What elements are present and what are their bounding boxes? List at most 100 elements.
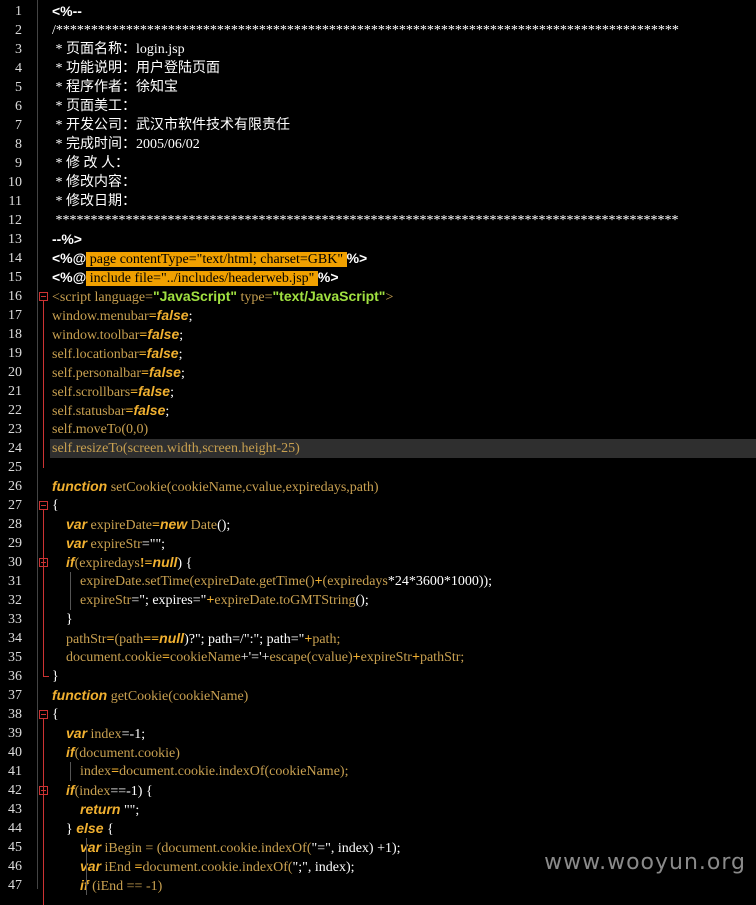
line-number: 19 [8,346,22,361]
line-number: 37 [8,688,22,703]
code-line[interactable]: <%@ include file="../includes/headerweb.… [52,268,756,287]
line-number: 27 [8,498,22,513]
code-token: var [80,858,102,874]
code-line[interactable]: * 页面美工： [52,97,756,116]
code-line[interactable]: } [52,610,756,629]
code-token: ; [165,404,170,419]
code-editor[interactable]: 1 2 3 4 5 6 7 8 9 10 11 12 13 14 15 16 17 18 19 20 21 22 23 24 2… [0,0,756,905]
code-line[interactable]: self.statusbar=false; [52,401,756,420]
code-token: ; [180,366,185,381]
code-token: self.statusbar [52,404,126,419]
code-token: else [76,820,104,836]
code-line[interactable]: self.personalbar=false; [52,363,756,382]
fold-end-marker [43,676,49,677]
code-line[interactable]: var expireStr=""; [52,534,756,553]
code-line[interactable]: <script language="JavaScript" type="text… [52,287,756,306]
code-line[interactable]: * 程序作者：徐知宝 [52,78,756,97]
code-line[interactable]: if(index==-1) { [52,781,756,800]
fold-toggle-icon[interactable] [39,292,48,301]
code-line[interactable]: pathStr=(path==null)?"; path=/":"; path=… [52,629,756,648]
code-token: "text/JavaScript" [272,288,386,304]
code-line[interactable]: * 修改内容： [52,173,756,192]
code-line[interactable]: index=document.cookie.indexOf(cookieName… [52,762,756,781]
code-line[interactable]: window.menubar=false; [52,306,756,325]
code-line[interactable]: /***************************************… [52,21,756,40]
code-line[interactable]: } else { [52,819,756,838]
code-line[interactable]: } [52,667,756,686]
code-line[interactable]: expireDate.setTime(expireDate.getTime()+… [52,572,756,591]
fold-toggle-icon[interactable] [39,710,48,719]
code-token: (document.cookie.indexOf( [156,841,312,856]
code-token: document.cookie.indexOf( [142,860,293,875]
code-token: = [111,764,120,779]
code-line[interactable] [52,458,756,477]
code-line[interactable]: --%> [52,230,756,249]
code-line[interactable]: function setCookie(cookieName,cvalue,exp… [52,477,756,496]
code-line[interactable]: <%@ page contentType="text/html; charset… [52,249,756,268]
code-token: (path [114,632,144,647]
code-line[interactable]: { [52,705,756,724]
code-line[interactable]: expireStr="; expires="+expireDate.toGMTS… [52,591,756,610]
code-line[interactable]: self.locationbar=false; [52,344,756,363]
code-line[interactable]: self.resizeTo(screen.width,screen.height… [50,439,756,458]
line-number: 46 [8,859,22,874]
code-line[interactable]: self.moveTo(0,0) [52,420,756,439]
code-line[interactable]: if(document.cookie) [52,743,756,762]
line-number: 6 [15,99,22,114]
code-token: false [149,364,181,380]
line-number: 29 [8,536,22,551]
line-number: 1 [15,4,22,19]
fold-toggle-icon[interactable] [39,501,48,510]
code-token: { [103,822,114,837]
code-line[interactable]: { [52,496,756,515]
code-line[interactable]: if(expiredays!=null) { [52,553,756,572]
code-line[interactable]: ****************************************… [52,211,756,230]
code-token: var [66,516,88,532]
line-number: 11 [8,194,22,209]
code-token: %> [346,250,368,266]
code-line[interactable]: if (iEnd == -1) [52,876,756,895]
code-token: * 开发公司：武汉市软件技术有限责任 [52,118,291,133]
code-line[interactable]: * 页面名称：login.jsp [52,40,756,59]
code-line[interactable]: * 修 改 人： [52,154,756,173]
code-token: (expiredays [322,574,388,589]
code-line[interactable]: function getCookie(cookieName) [52,686,756,705]
code-token: (); [217,518,231,533]
line-number: 9 [15,156,22,171]
code-token: * 修 改 人： [52,156,130,171]
code-line[interactable]: document.cookie=cookieName+'='+escape(cv… [52,648,756,667]
code-token: false [156,307,189,323]
code-line[interactable]: * 开发公司：武汉市软件技术有限责任 [52,116,756,135]
line-number: 26 [8,479,22,494]
code-token: --%> [52,231,82,247]
code-line[interactable]: self.scrollbars=false; [52,382,756,401]
code-token: /***************************************… [52,23,679,38]
code-token: function [52,687,108,703]
code-token: index [87,727,122,742]
code-token: > [385,290,394,305]
code-line[interactable]: window.toolbar=false; [52,325,756,344]
fold-range-line [43,719,44,905]
code-line[interactable]: var expireDate=new Date(); [52,515,756,534]
line-number: 34 [8,631,22,646]
code-line[interactable]: <%-- [52,2,756,21]
code-token: expireStr [87,537,142,552]
indent-guide [86,838,87,895]
code-token: + [314,574,323,589]
code-line[interactable]: * 完成时间：2005/06/02 [52,135,756,154]
code-token: } [52,612,73,627]
line-number: 39 [8,726,22,741]
code-line[interactable]: * 功能说明：用户登陆页面 [52,59,756,78]
code-line[interactable]: return ""; [52,800,756,819]
code-token: var [66,725,88,741]
code-token: expireDate [87,518,152,533]
code-line[interactable]: var index=-1; [52,724,756,743]
code-token: (iEnd == -1) [88,879,163,894]
code-line[interactable]: * 修改日期： [52,192,756,211]
line-number: 22 [8,403,22,418]
